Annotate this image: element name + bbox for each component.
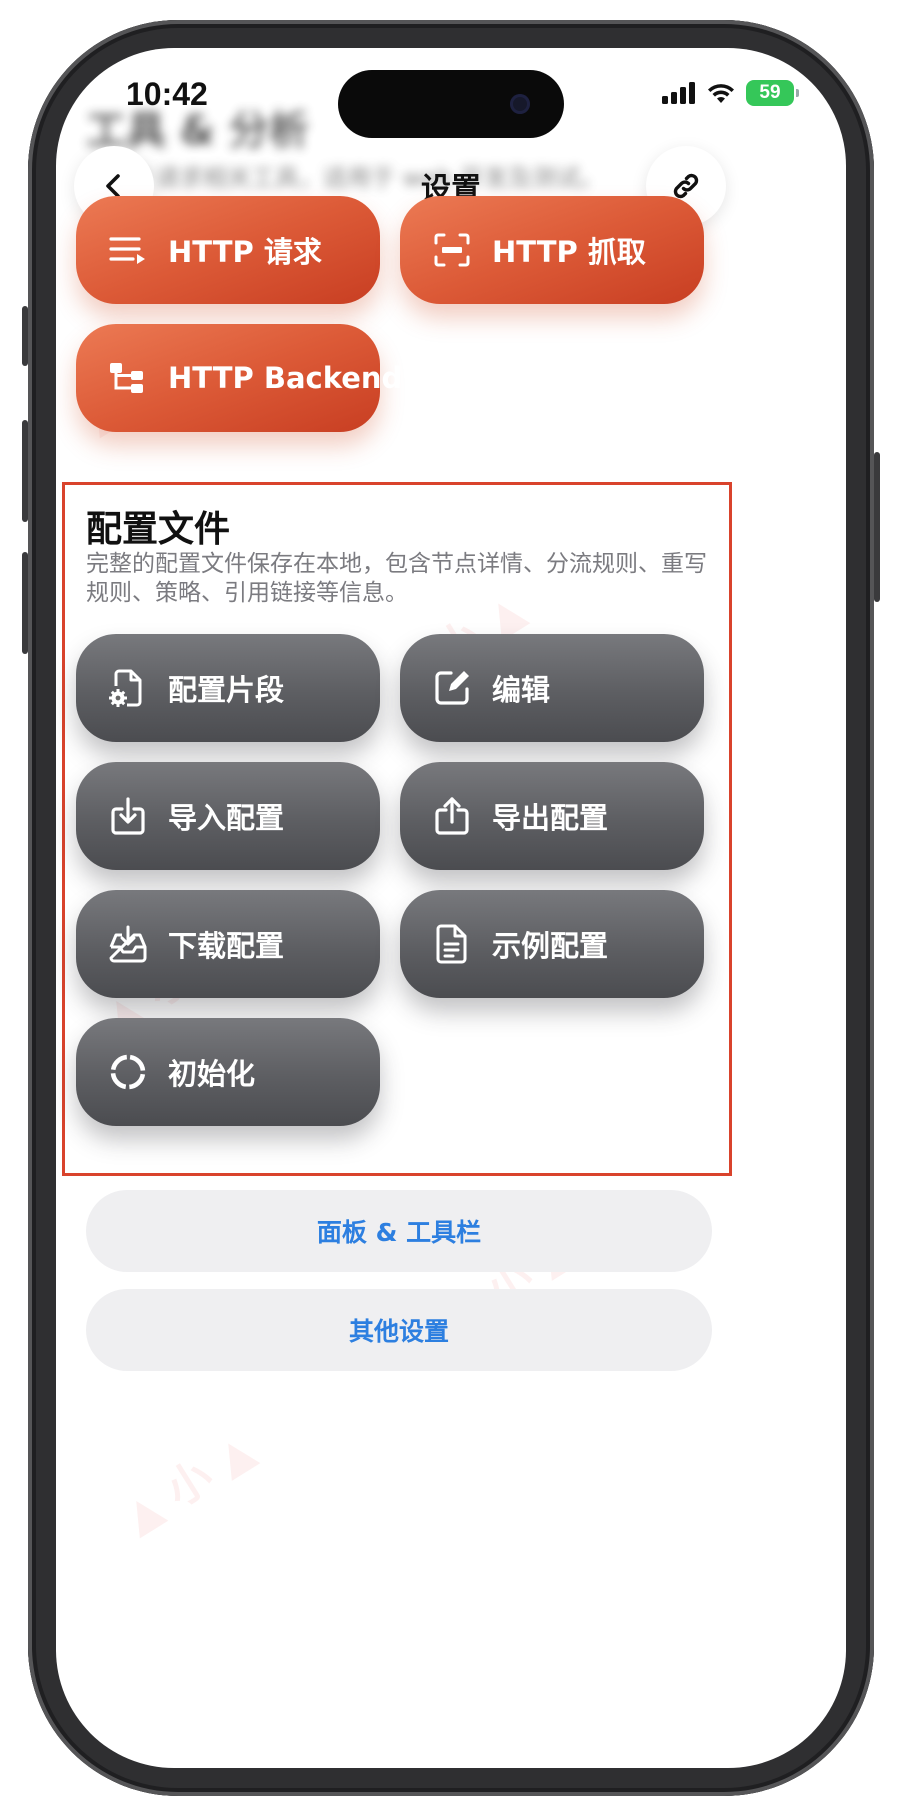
http-capture-icon bbox=[432, 230, 472, 270]
config-snippet-button[interactable]: 配置片段 bbox=[76, 634, 380, 742]
http-capture-label: HTTP 抓取 bbox=[492, 235, 646, 269]
cellular-signal-icon bbox=[662, 82, 695, 104]
http-capture-button[interactable]: HTTP 抓取 bbox=[400, 196, 704, 304]
reset-dashed-circle-icon bbox=[108, 1052, 148, 1092]
config-snippet-label: 配置片段 bbox=[168, 673, 285, 707]
http-request-label: HTTP 请求 bbox=[168, 235, 322, 269]
document-gear-icon bbox=[108, 668, 148, 708]
edit-label: 编辑 bbox=[492, 673, 551, 707]
initialize-label: 初始化 bbox=[168, 1057, 256, 1091]
download-config-label: 下载配置 bbox=[168, 929, 285, 963]
volume-down-button bbox=[22, 552, 28, 654]
power-button bbox=[874, 452, 880, 602]
sample-config-button[interactable]: 示例配置 bbox=[400, 890, 704, 998]
http-backend-label: HTTP Backend bbox=[168, 361, 403, 395]
dynamic-island bbox=[338, 70, 564, 138]
app-screen: ▲ 小 ▲ ▲ 小 ▲ ▲ 小 ▲ ▲ 小 ▲ ▲ 小 ▲ 工具 & 分析 HT… bbox=[56, 48, 846, 1768]
list-send-icon bbox=[108, 230, 148, 270]
http-backend-button[interactable]: HTTP Backend bbox=[76, 324, 402, 432]
config-section-title: 配置文件 bbox=[86, 509, 231, 550]
text-document-icon bbox=[432, 924, 472, 964]
camera-lens bbox=[510, 94, 530, 114]
panel-toolbar-link[interactable]: 面板 & 工具栏 bbox=[86, 1190, 712, 1272]
share-upload-icon bbox=[432, 796, 472, 836]
sample-config-label: 示例配置 bbox=[492, 929, 609, 963]
download-config-button[interactable]: 下载配置 bbox=[76, 890, 380, 998]
battery-indicator: 59 bbox=[746, 80, 799, 106]
import-config-label: 导入配置 bbox=[168, 801, 285, 835]
wifi-icon bbox=[708, 84, 734, 103]
initialize-button[interactable]: 初始化 bbox=[76, 1018, 380, 1126]
volume-up-button bbox=[22, 420, 28, 522]
http-request-button[interactable]: HTTP 请求 bbox=[76, 196, 380, 304]
import-config-button[interactable]: 导入配置 bbox=[76, 762, 380, 870]
export-config-label: 导出配置 bbox=[492, 801, 609, 835]
download-inbox-icon bbox=[108, 924, 148, 964]
import-tray-icon bbox=[108, 796, 148, 836]
tree-nodes-icon bbox=[108, 358, 148, 398]
edit-square-icon bbox=[432, 668, 472, 708]
status-time: 10:42 bbox=[126, 76, 208, 112]
edit-button[interactable]: 编辑 bbox=[400, 634, 704, 742]
other-settings-link[interactable]: 其他设置 bbox=[86, 1289, 712, 1371]
watermark: ▲ 小 ▲ bbox=[115, 1424, 264, 1544]
config-section-description: 完整的配置文件保存在本地，包含节点详情、分流规则、重写规则、策略、引用链接等信息… bbox=[86, 551, 707, 606]
status-icons: 59 bbox=[662, 78, 799, 108]
device-stage: ▲ 小 ▲ ▲ 小 ▲ ▲ 小 ▲ ▲ 小 ▲ ▲ 小 ▲ 工具 & 分析 HT… bbox=[0, 0, 902, 1816]
export-config-button[interactable]: 导出配置 bbox=[400, 762, 704, 870]
mute-switch bbox=[22, 306, 28, 366]
